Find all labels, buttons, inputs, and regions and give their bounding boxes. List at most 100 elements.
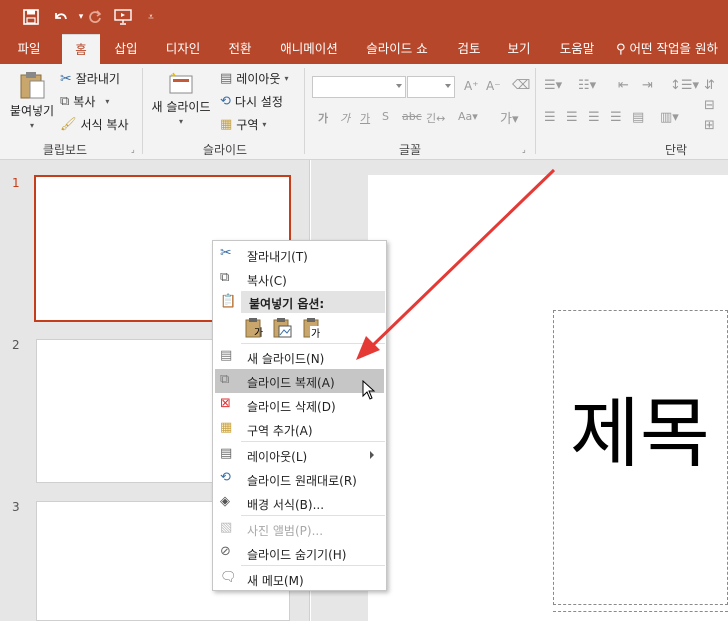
menu-item-duplicate-slide[interactable]: ⧉ 슬라이드 복제(A) (215, 369, 384, 393)
clipboard-launcher-icon[interactable]: ⌟ (131, 145, 135, 154)
scissors-icon: ✂ (60, 70, 72, 87)
menu-item-layout[interactable]: ▤ 레이아웃(L) (215, 443, 384, 467)
paste-picture-icon[interactable] (273, 317, 293, 339)
font-name-combo[interactable] (312, 76, 406, 98)
menu-item-delete-slide[interactable]: ⊠ 슬라이드 삭제(D) (215, 393, 384, 417)
photo-album-icon: ▧ (220, 520, 233, 535)
menu-separator (241, 343, 385, 344)
tell-me-box[interactable]: ⚲ 어떤 작업을 원하 (616, 34, 728, 64)
tab-design[interactable]: 디자인 (156, 34, 210, 64)
slide-number: 3 (12, 500, 20, 514)
menu-separator (241, 441, 385, 442)
menu-item-label: 사진 앨범(P)... (247, 524, 324, 538)
paste-icon (20, 72, 45, 99)
menu-item-label: 복사(C) (247, 274, 287, 288)
menu-separator (241, 565, 385, 566)
ribbon-home: 붙여넣기 ▾ ✂ 잘라내기 ⧉ 복사 ▾ 🖌 서식 복사 클립보드 ⌟ 새 슬라… (0, 64, 728, 160)
menu-item-label: 새 슬라이드(N) (247, 352, 325, 366)
line-spacing-icon[interactable]: ↕☰▾ (670, 78, 699, 93)
copy-icon: ⧉ (60, 94, 70, 109)
grow-font-icon[interactable]: A⁺ (464, 79, 479, 93)
tell-me-label: 어떤 작업을 원하 (629, 41, 718, 56)
strikethrough-icon[interactable]: abc (402, 110, 422, 123)
new-slide-button[interactable]: 새 슬라이드 ▾ (148, 70, 214, 126)
increase-indent-icon[interactable]: ⇥ (642, 78, 653, 93)
tab-animations[interactable]: 애니메이션 (272, 34, 346, 64)
align-right-icon[interactable]: ☰ (588, 110, 600, 125)
menu-item-new-comment[interactable]: 🗨 새 메모(M) (215, 567, 384, 591)
shrink-font-icon[interactable]: A⁻ (486, 79, 501, 93)
menu-item-label: 새 메모(M) (247, 574, 304, 588)
distributed-icon[interactable]: ▤ (632, 110, 644, 125)
cut-button[interactable]: ✂ 잘라내기 (60, 70, 120, 87)
bold-icon[interactable]: 가 (318, 110, 328, 126)
numbering-icon[interactable]: ☷▾ (578, 78, 596, 93)
tab-view[interactable]: 보기 (498, 34, 540, 64)
customize-qat-icon[interactable]: ⩡ (140, 6, 162, 28)
italic-icon[interactable]: 가 (340, 110, 350, 126)
tab-review[interactable]: 검토 (448, 34, 490, 64)
subtitle-placeholder[interactable] (553, 611, 728, 623)
undo-icon[interactable] (50, 6, 72, 28)
align-center-icon[interactable]: ☰ (566, 110, 578, 125)
smartart-icon[interactable]: ⊞ (704, 118, 715, 133)
title-bar: ▾ ⩡ (0, 0, 728, 34)
slides-group-label: 슬라이드 (202, 143, 248, 157)
tab-home[interactable]: 홈 (62, 34, 100, 64)
layout-button[interactable]: ▤ 레이아웃 ▾ (220, 70, 288, 87)
section-button[interactable]: ▦ 구역 ▾ (220, 116, 266, 133)
paste-keep-source-icon[interactable]: 가 (245, 317, 265, 339)
char-spacing-icon[interactable]: 긴↔ (426, 110, 445, 126)
reset-button[interactable]: ⟲ 다시 설정 (220, 93, 283, 110)
underline-icon[interactable]: 가 (360, 110, 370, 126)
paste-icon: 📋 (220, 294, 237, 309)
copy-label: 복사 (73, 95, 96, 109)
copy-icon: ⧉ (220, 270, 230, 285)
font-size-combo[interactable] (407, 76, 455, 98)
format-painter-button[interactable]: 🖌 서식 복사 (60, 116, 129, 133)
paste-options-header: 붙여넣기 옵션: (241, 291, 385, 313)
tab-transitions[interactable]: 전환 (218, 34, 262, 64)
clipboard-group-label: 클립보드 (42, 143, 88, 157)
align-left-icon[interactable]: ☰ (544, 110, 556, 125)
menu-item-hide-slide[interactable]: ⊘ 슬라이드 숨기기(H) (215, 541, 384, 565)
slide-number: 1 (12, 176, 20, 190)
change-case-icon[interactable]: Aa▾ (458, 110, 478, 123)
redo-icon[interactable] (84, 6, 106, 28)
group-separator (304, 68, 305, 154)
bullets-icon[interactable]: ☰▾ (544, 78, 562, 93)
paste-text-only-icon[interactable]: 가 (303, 317, 323, 340)
paste-button[interactable]: 붙여넣기 ▾ (6, 70, 58, 130)
tab-slideshow[interactable]: 슬라이드 쇼 (356, 34, 438, 64)
font-launcher-icon[interactable]: ⌟ (522, 145, 526, 154)
align-text-icon[interactable]: ⊟ (704, 98, 715, 113)
slide-title-text[interactable]: 제목 (570, 388, 710, 480)
justify-icon[interactable]: ☰ (610, 110, 622, 125)
svg-text:가: 가 (254, 327, 263, 339)
tab-insert[interactable]: 삽입 (104, 34, 148, 64)
menu-item-add-section[interactable]: ▦ 구역 추가(A) (215, 417, 384, 441)
font-color-icon[interactable]: 가▾ (500, 108, 519, 127)
ribbon-tabs: 파일 홈 삽입 디자인 전환 애니메이션 슬라이드 쇼 검토 보기 도움말 ⚲ … (0, 34, 728, 64)
menu-item-format-background[interactable]: ◈ 배경 서식(B)... (215, 491, 384, 515)
menu-item-new-slide[interactable]: ▤ 새 슬라이드(N) (215, 345, 384, 369)
menu-item-cut[interactable]: ✂ 잘라내기(T) (215, 243, 384, 267)
context-menu: ✂ 잘라내기(T) ⧉ 복사(C) 📋 붙여넣기 옵션: 가 가 ▤ 새 슬라이… (212, 240, 387, 591)
tab-help[interactable]: 도움말 (550, 34, 604, 64)
tab-file[interactable]: 파일 (6, 34, 52, 64)
paste-dropdown-icon: ▾ (29, 121, 34, 130)
new-slide-dropdown-icon: ▾ (178, 117, 183, 126)
shadow-icon[interactable]: S (382, 110, 389, 123)
new-slide-icon (169, 72, 193, 94)
copy-button[interactable]: ⧉ 복사 ▾ (60, 93, 109, 110)
menu-item-reset-slide[interactable]: ⟲ 슬라이드 원래대로(R) (215, 467, 384, 491)
save-icon[interactable] (20, 6, 42, 28)
decrease-indent-icon[interactable]: ⇤ (618, 78, 629, 93)
clear-formatting-icon[interactable]: ⌫ (512, 78, 530, 93)
columns-icon[interactable]: ▥▾ (660, 110, 679, 125)
text-direction-icon[interactable]: ⇵ (704, 78, 715, 93)
section-label: 구역 (236, 118, 259, 132)
layout-label: 레이아웃 (236, 72, 281, 86)
present-from-start-icon[interactable] (112, 6, 134, 28)
menu-item-copy[interactable]: ⧉ 복사(C) (215, 267, 384, 291)
